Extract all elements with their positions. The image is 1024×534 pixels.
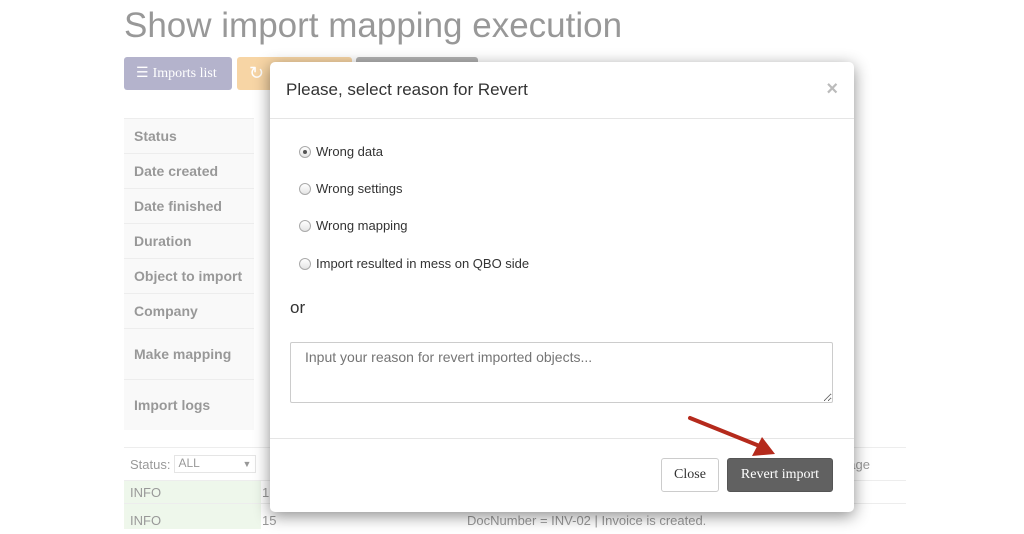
annotation-arrow-icon: [688, 416, 775, 456]
